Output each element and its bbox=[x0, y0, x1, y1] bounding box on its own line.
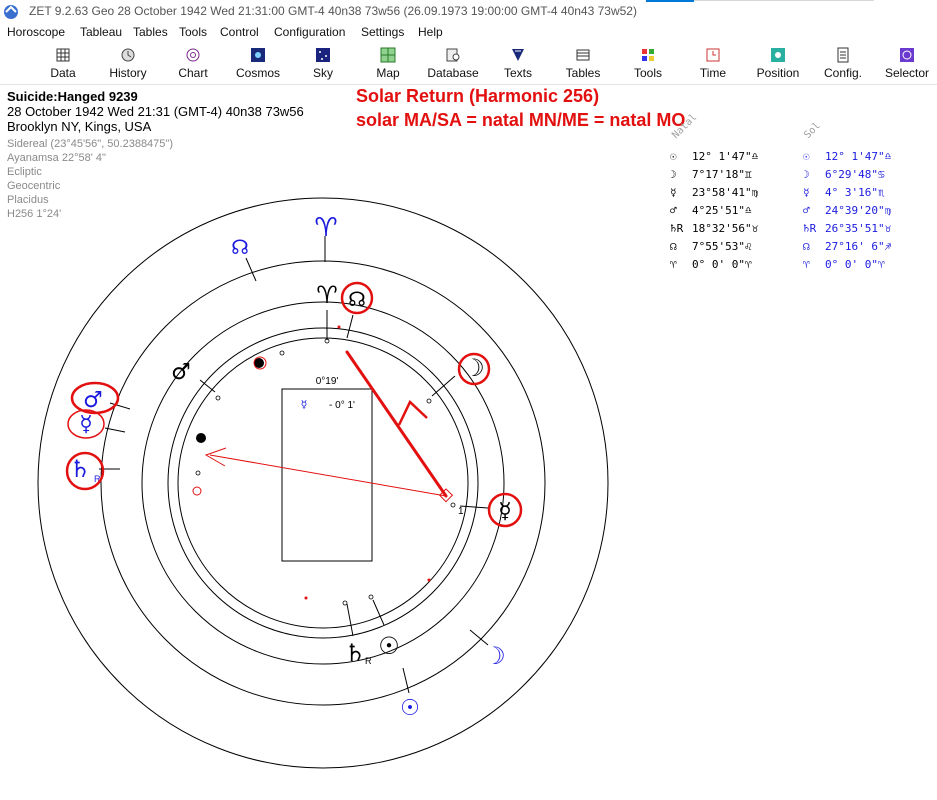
solar-node-glyph: ☊ bbox=[231, 235, 249, 259]
red-dot bbox=[304, 596, 308, 600]
planet-connector bbox=[459, 505, 489, 509]
natal-mercury-glyph: ☿ bbox=[498, 499, 512, 524]
planet-marker bbox=[426, 398, 432, 404]
solar-mercury-glyph: ☿ bbox=[79, 412, 93, 437]
planet-connector bbox=[372, 599, 385, 626]
red-dot bbox=[345, 350, 349, 354]
planet-connector bbox=[431, 375, 456, 397]
natal-moon-glyph: ☽ bbox=[463, 354, 485, 382]
natal-mars-glyph: ♂ bbox=[171, 360, 191, 385]
red-dot bbox=[337, 325, 341, 329]
aspect-arrow bbox=[397, 399, 428, 426]
natal-node-glyph: ☊ bbox=[348, 287, 366, 311]
red-dot bbox=[427, 578, 431, 582]
aspect-orb: 0°19' bbox=[316, 376, 339, 387]
solar-aries-glyph: ♈ bbox=[314, 213, 337, 243]
planet-marker-filled bbox=[196, 433, 206, 443]
natal-sun-glyph: ☉ bbox=[378, 632, 400, 660]
house-cusp-label: 1 bbox=[458, 506, 464, 517]
planet-marker bbox=[342, 600, 348, 606]
planet-marker-red bbox=[192, 486, 202, 496]
chart-wheel[interactable]: 0°19' ☿ - 0° 1' 1 ♈ ☊ ♂ ☿ ♄ R ☽ ☉ ♈ ☊ ♂ … bbox=[0, 0, 937, 800]
planet-marker bbox=[450, 502, 456, 508]
solar-mars-glyph: ♂ bbox=[83, 388, 103, 413]
natal-saturn-retro-label: R bbox=[365, 656, 372, 666]
solar-sun-glyph: ☉ bbox=[400, 696, 420, 721]
red-dot bbox=[444, 494, 448, 498]
planet-marker bbox=[279, 350, 285, 356]
planet-connector bbox=[346, 314, 354, 339]
planet-marker bbox=[195, 470, 201, 476]
planet-connector bbox=[104, 427, 126, 433]
natal-aries-glyph: ♈ bbox=[316, 281, 338, 309]
planet-connector bbox=[346, 603, 354, 637]
aspect-value: - 0° 1' bbox=[329, 400, 355, 411]
natal-saturn-glyph: ♄ bbox=[344, 639, 366, 667]
solar-moon-glyph: ☽ bbox=[484, 642, 506, 670]
aspect-glyph: ☿ bbox=[301, 398, 308, 411]
planet-connector bbox=[245, 257, 257, 282]
planet-marker bbox=[368, 594, 374, 600]
planet-marker bbox=[215, 395, 221, 401]
